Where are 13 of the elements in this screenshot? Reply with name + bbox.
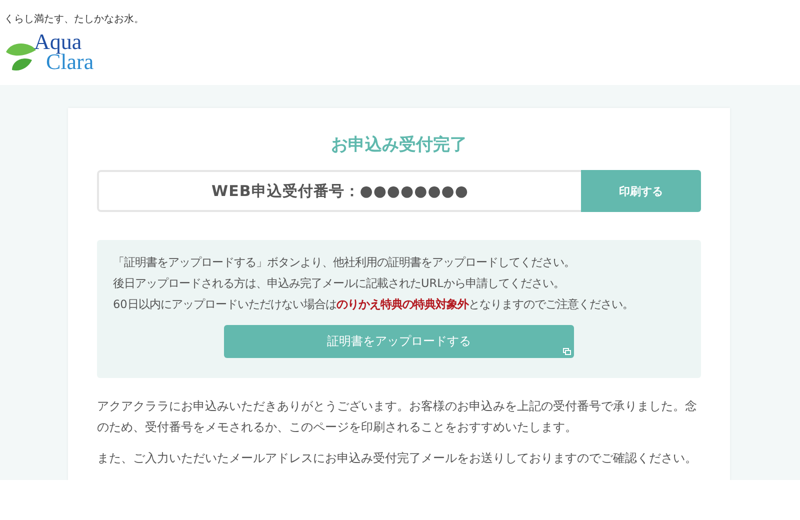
notice-text: 「証明書をアップロードする」ボタンより、他社利用の証明書をアップロードしてください。: [113, 255, 576, 271]
body-text: また、ご入力いただいたメールアドレスにお申込み受付完了メールをお送りしておりますのでご確認ください。: [97, 450, 698, 467]
upload-button[interactable]: 証明書をアップロードする: [224, 325, 574, 358]
print-button[interactable]: 印刷する: [581, 170, 701, 212]
notice-text: 60日以内にアップロードいただけない場合はのりかえ特典の特典対象外となりますのでご注意ください。: [113, 297, 634, 313]
external-window-icon: [563, 348, 571, 355]
logo-tagline: くらし満たす、たしかなお水。: [4, 14, 145, 26]
logo-text: Clara: [46, 52, 94, 72]
logo-text: Aqua: [34, 32, 82, 52]
body-text: アクアクララにお申込みいただきありがとうございます。お客様のお申込みを上記の受付番号で承りました。念のため、受付番号をメモされるか、このページを印刷されることをおすすめいたします。: [97, 398, 698, 436]
notice-text: 後日アップロードされる方は、申込み完了メールに記載されたURLから申請してください。: [113, 276, 566, 292]
page-title: お申込み受付完了: [330, 134, 468, 157]
receipt-number: WEB申込受付番号：●●●●●●●●: [97, 170, 581, 212]
